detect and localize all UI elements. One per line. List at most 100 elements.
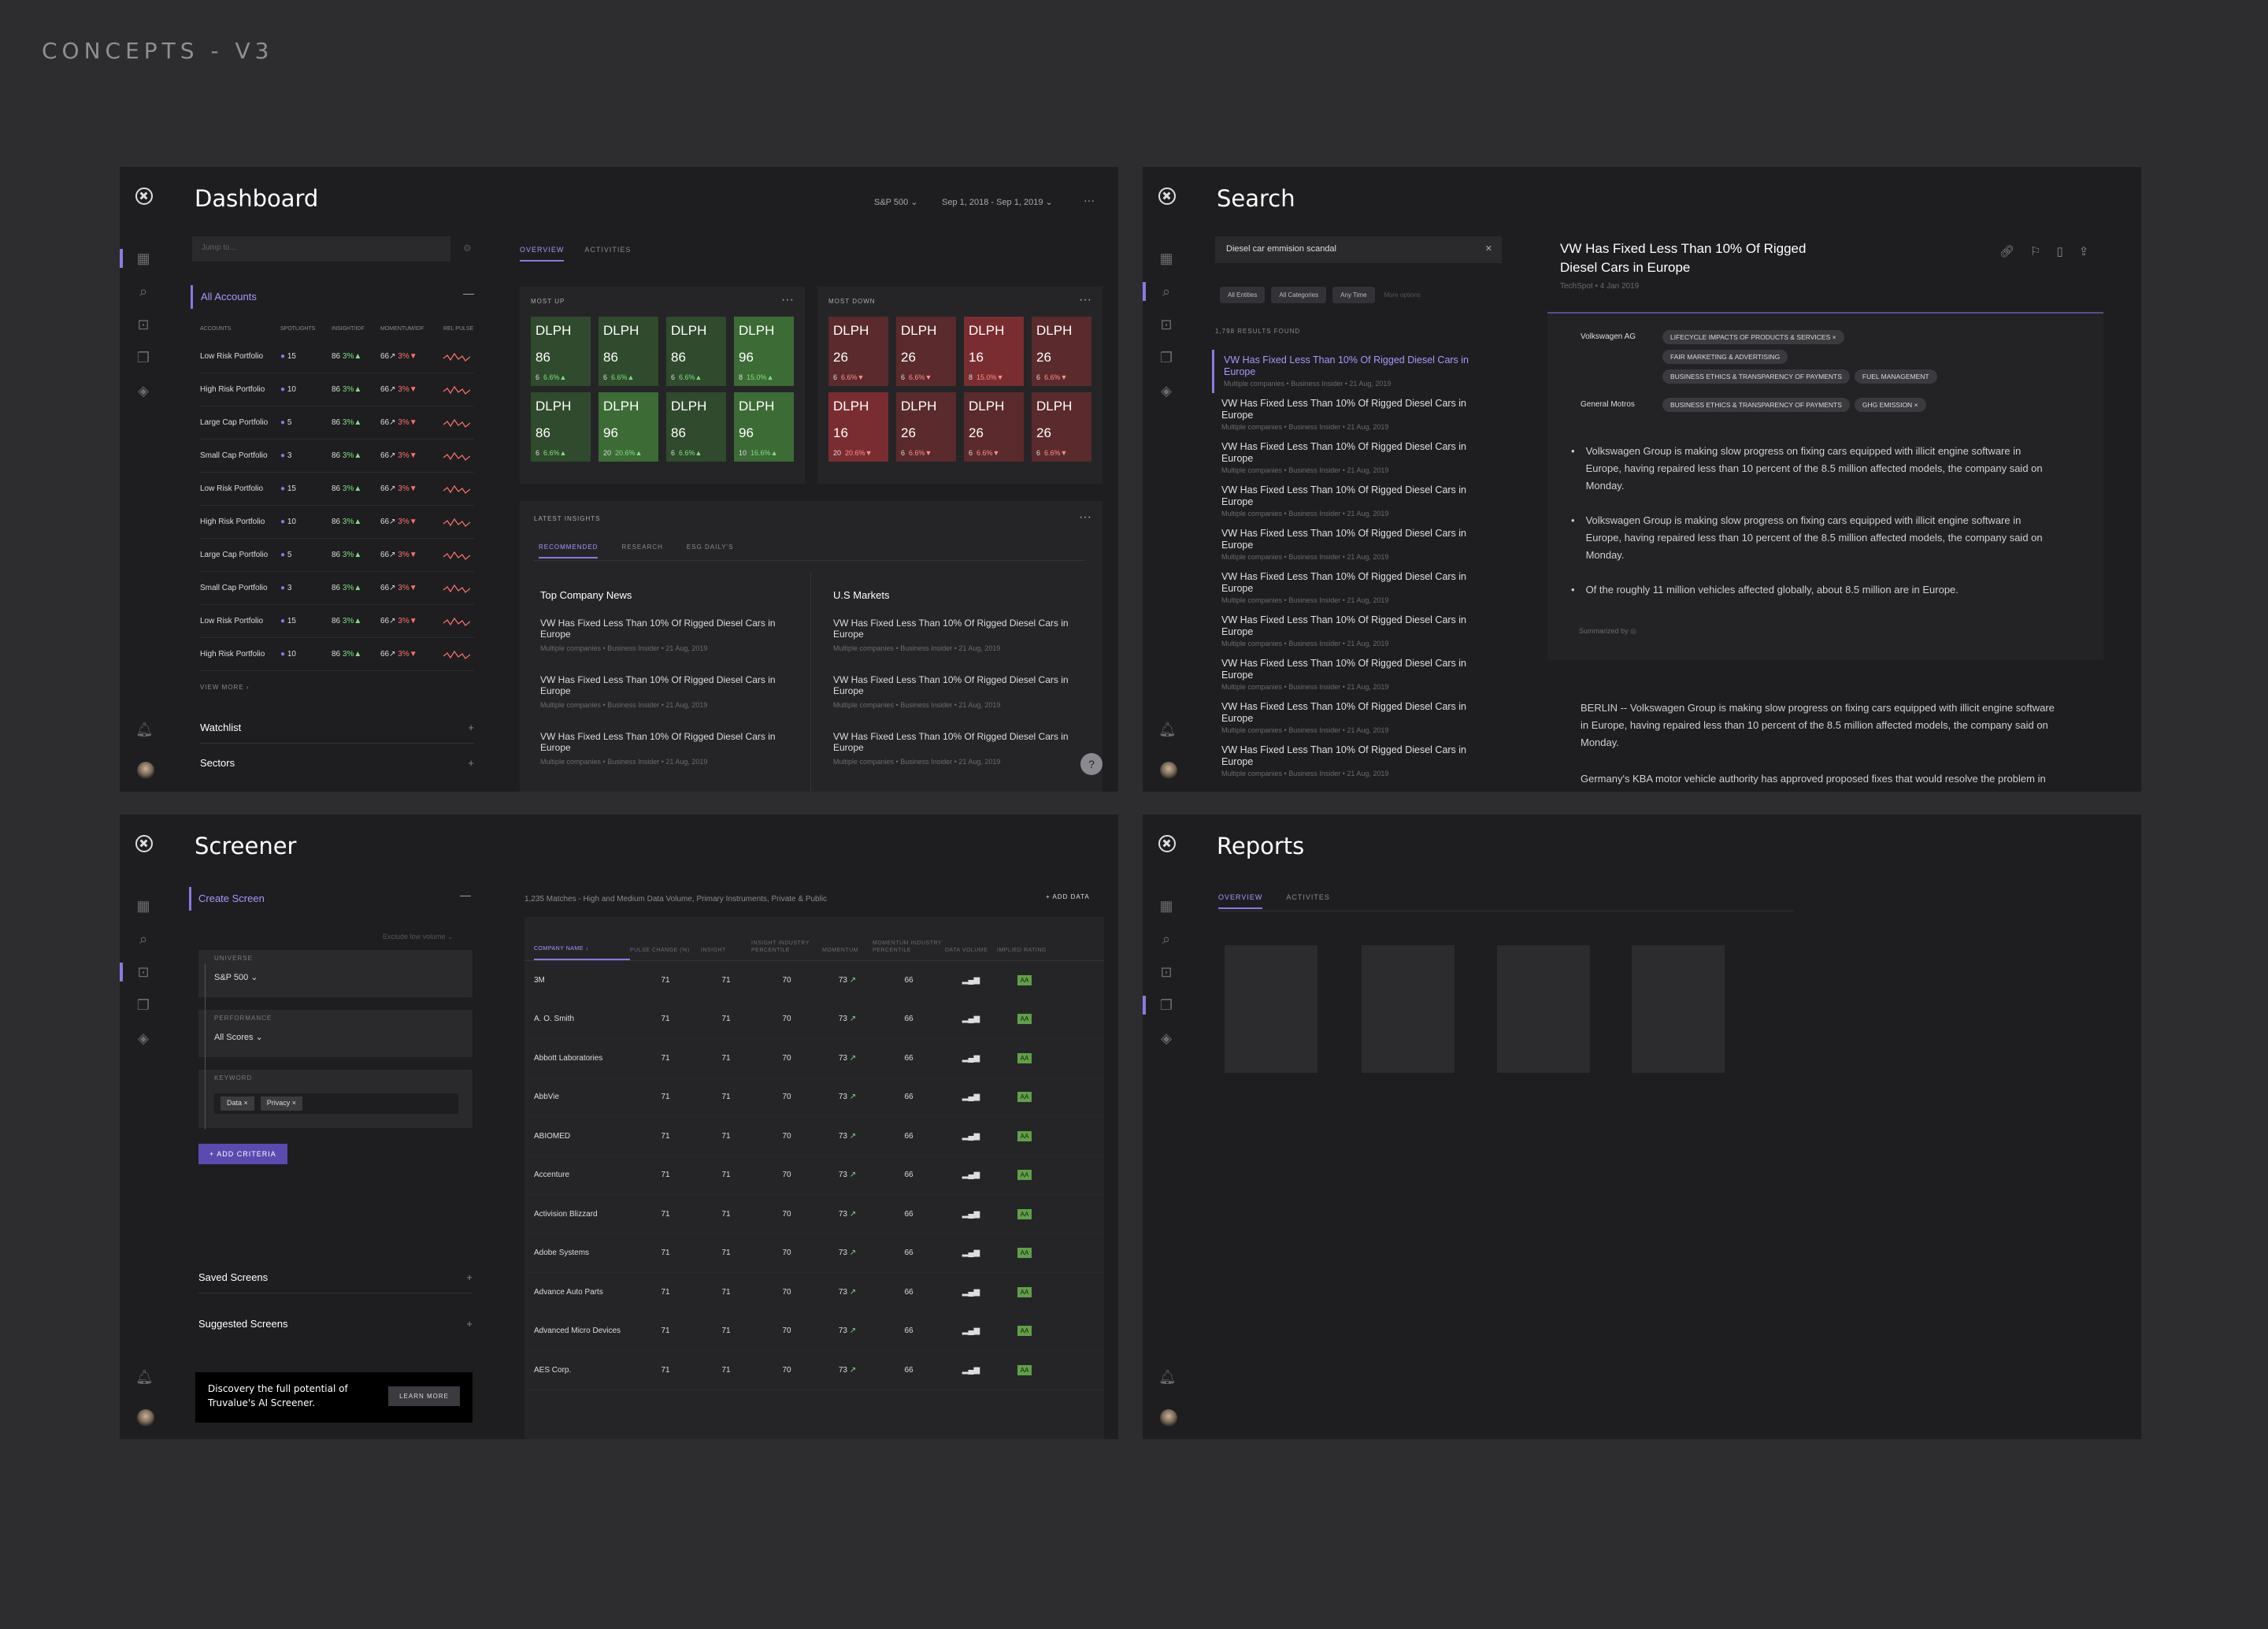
tab-activities[interactable]: ACTIVITES (1286, 893, 1330, 909)
bell-icon[interactable]: 🔔︎ (135, 722, 154, 738)
search-result[interactable]: VW Has Fixed Less Than 10% Of Rigged Die… (1212, 393, 1503, 436)
layers-nav-icon[interactable]: ◈ (1143, 1022, 1190, 1055)
logo-icon[interactable] (1158, 187, 1176, 205)
search-result[interactable]: VW Has Fixed Less Than 10% Of Rigged Die… (1212, 610, 1503, 653)
table-row[interactable]: Activision Blizzard 71 71 70 73 ↗ 66 ▂▄▆… (524, 1195, 1104, 1234)
search-result[interactable]: VW Has Fixed Less Than 10% Of Rigged Die… (1212, 480, 1503, 523)
universe-criterion[interactable]: UNIVERSE S&P 500 ⌄ (198, 950, 472, 997)
search-result[interactable]: VW Has Fixed Less Than 10% Of Rigged Die… (1212, 740, 1503, 783)
news-item[interactable]: VW Has Fixed Less Than 10% Of Rigged Die… (540, 674, 784, 711)
search-nav-icon[interactable]: ⌕ (1143, 275, 1190, 308)
column-header[interactable]: MOMENTUM (822, 947, 873, 960)
table-row[interactable]: Adobe Systems 71 71 70 73 ↗ 66 ▂▄▆ AA (524, 1234, 1104, 1273)
account-row[interactable]: Low Risk Portfolio ● 15 86 3%▲ 66↗ 3%▼ (200, 473, 474, 506)
account-row[interactable]: High Risk Portfolio ● 10 86 3%▲ 66↗ 3%▼ (200, 638, 474, 671)
ticker-tile[interactable]: DLPH 16 20 20.6%▼ (828, 392, 888, 462)
news-item[interactable]: VW Has Fixed Less Than 10% Of Rigged Die… (540, 731, 784, 767)
search-result[interactable]: VW Has Fixed Less Than 10% Of Rigged Die… (1212, 696, 1503, 740)
ticker-tile[interactable]: DLPH 86 6 6.6%▲ (666, 317, 726, 386)
topic-tag[interactable]: GHG EMISSION × (1854, 398, 1926, 412)
ticker-tile[interactable]: DLPH 26 6 6.6%▼ (1032, 392, 1091, 462)
topic-tag[interactable]: BUSINESS ETHICS & TRANSPARENCY OF PAYMEN… (1662, 369, 1850, 384)
ticker-tile[interactable]: DLPH 26 6 6.6%▼ (896, 317, 956, 386)
topic-tag[interactable]: LIFECYCLE IMPACTS OF PRODUCTS & SERVICES… (1662, 330, 1844, 344)
table-row[interactable]: Advance Auto Parts 71 71 70 73 ↗ 66 ▂▄▆ … (524, 1273, 1104, 1312)
ticker-tile[interactable]: DLPH 86 6 6.6%▲ (666, 392, 726, 462)
table-row[interactable]: A. O. Smith 71 71 70 73 ↗ 66 ▂▄▆ AA (524, 1000, 1104, 1039)
table-row[interactable]: AES Corp. 71 71 70 73 ↗ 66 ▂▄▆ AA (524, 1351, 1104, 1390)
news-item[interactable]: VW Has Fixed Less Than 10% Of Rigged Die… (833, 674, 1077, 711)
logo-icon[interactable] (135, 187, 153, 205)
flag-icon[interactable]: ⚐ (2030, 244, 2040, 258)
search-nav-icon[interactable]: ⌕ (120, 275, 167, 308)
column-header[interactable]: IMPLIED RATING (997, 947, 1052, 960)
topic-tag[interactable]: BUSINESS ETHICS & TRANSPARENCY OF PAYMEN… (1662, 398, 1850, 412)
add-data-button[interactable]: + ADD DATA (1046, 893, 1090, 900)
tab-overview[interactable]: OVERVIEW (520, 246, 565, 262)
filter-time[interactable]: Any Time (1332, 287, 1375, 303)
ticker-tile[interactable]: DLPH 26 6 6.6%▼ (1032, 317, 1091, 386)
tab-overview[interactable]: OVERVIEW (1218, 893, 1263, 909)
view-more-link[interactable]: VIEW MORE › (200, 684, 250, 691)
ticker-tile[interactable]: DLPH 96 20 20.6%▲ (598, 392, 658, 462)
logo-icon[interactable] (135, 835, 153, 852)
keyword-criterion[interactable]: KEYWORD Data × Privacy × (198, 1070, 472, 1128)
performance-criterion[interactable]: PERFORMANCE All Scores ⌄ (198, 1010, 472, 1057)
column-header[interactable]: DATA VOLUME (945, 947, 997, 960)
column-header[interactable]: INSIGHT (701, 947, 751, 960)
news-item[interactable]: VW Has Fixed Less Than 10% Of Rigged Die… (833, 618, 1077, 654)
layers-nav-icon[interactable]: ◈ (1143, 374, 1190, 407)
create-screen-label[interactable]: Create Screen (198, 892, 265, 904)
bookmark-icon[interactable]: ▯ (2057, 244, 2063, 258)
reports-nav-icon[interactable]: ❐ (1143, 989, 1190, 1022)
reports-nav-icon[interactable]: ❐ (120, 341, 167, 374)
index-select[interactable]: S&P 500 ⌄ (874, 197, 918, 207)
account-row[interactable]: Small Cap Portfolio ● 3 86 3%▲ 66↗ 3%▼ (200, 440, 474, 473)
jump-to-input[interactable]: Jump to... (192, 236, 450, 262)
account-row[interactable]: High Risk Portfolio ● 10 86 3%▲ 66↗ 3%▼ (200, 373, 474, 406)
collapse-icon[interactable]: — (460, 889, 471, 901)
tab-research[interactable]: RESEARCH (621, 544, 662, 558)
search-result[interactable]: VW Has Fixed Less Than 10% Of Rigged Die… (1212, 566, 1503, 610)
collapse-icon[interactable]: — (463, 287, 474, 299)
account-row[interactable]: Low Risk Portfolio ● 15 86 3%▲ 66↗ 3%▼ (200, 605, 474, 638)
more-menu-icon[interactable]: ··· (1084, 194, 1095, 206)
search-result[interactable]: VW Has Fixed Less Than 10% Of Rigged Die… (1212, 350, 1503, 393)
screener-nav-icon[interactable]: ⊡ (120, 308, 167, 341)
search-result[interactable]: VW Has Fixed Less Than 10% Of Rigged Die… (1212, 436, 1503, 480)
keyword-chip[interactable]: Data × (220, 1097, 254, 1111)
column-header[interactable]: PULSE CHANGE (%) (630, 947, 701, 960)
ticker-tile[interactable]: DLPH 16 8 15.0%▼ (964, 317, 1024, 386)
saved-screens-section[interactable]: Saved Screens + (198, 1262, 472, 1293)
account-row[interactable]: High Risk Portfolio ● 10 86 3%▲ 66↗ 3%▼ (200, 506, 474, 539)
tab-recommended[interactable]: RECOMMENDED (539, 544, 598, 558)
table-row[interactable]: AbbVie 71 71 70 73 ↗ 66 ▂▄▆ AA (524, 1078, 1104, 1117)
avatar[interactable] (137, 1409, 154, 1427)
suggested-screens-section[interactable]: Suggested Screens + (198, 1308, 472, 1339)
account-row[interactable]: Small Cap Portfolio ● 3 86 3%▲ 66↗ 3%▼ (200, 572, 474, 605)
share-icon[interactable]: ⇪ (2079, 244, 2089, 258)
more-options-link[interactable]: More options (1381, 287, 1424, 303)
column-header[interactable]: MOMENTUM INDUSTRY PERCENTILE (873, 940, 945, 960)
table-row[interactable]: 3M 71 71 70 73 ↗ 66 ▂▄▆ AA (524, 961, 1104, 1000)
topic-tag[interactable]: FAIR MARKETING & ADVERTISING (1662, 350, 1788, 364)
all-accounts-label[interactable]: All Accounts (201, 291, 257, 302)
table-row[interactable]: ABIOMED 71 71 70 73 ↗ 66 ▂▄▆ AA (524, 1117, 1104, 1156)
ticker-tile[interactable]: DLPH 86 6 6.6%▲ (598, 317, 658, 386)
logo-icon[interactable] (1158, 835, 1176, 852)
more-icon[interactable]: ··· (781, 293, 794, 307)
more-icon[interactable]: ··· (1079, 510, 1091, 525)
ticker-tile[interactable]: DLPH 96 10 16.6%▲ (734, 392, 794, 462)
account-row[interactable]: Low Risk Portfolio ● 15 86 3%▲ 66↗ 3%▼ (200, 340, 474, 373)
reports-nav-icon[interactable]: ❐ (1143, 341, 1190, 374)
learn-more-button[interactable]: LEARN MORE (388, 1386, 460, 1406)
table-row[interactable]: Advanced Micro Devices 71 71 70 73 ↗ 66 … (524, 1312, 1104, 1351)
ticker-tile[interactable]: DLPH 96 8 15.0%▲ (734, 317, 794, 386)
help-button[interactable]: ? (1080, 753, 1102, 775)
screener-nav-icon[interactable]: ⊡ (1143, 956, 1190, 989)
report-card[interactable] (1225, 945, 1317, 1073)
screener-nav-icon[interactable]: ⊡ (1143, 308, 1190, 341)
filter-categories[interactable]: All Categories (1271, 287, 1327, 303)
ticker-tile[interactable]: DLPH 26 6 6.6%▼ (964, 392, 1024, 462)
avatar[interactable] (137, 762, 154, 779)
